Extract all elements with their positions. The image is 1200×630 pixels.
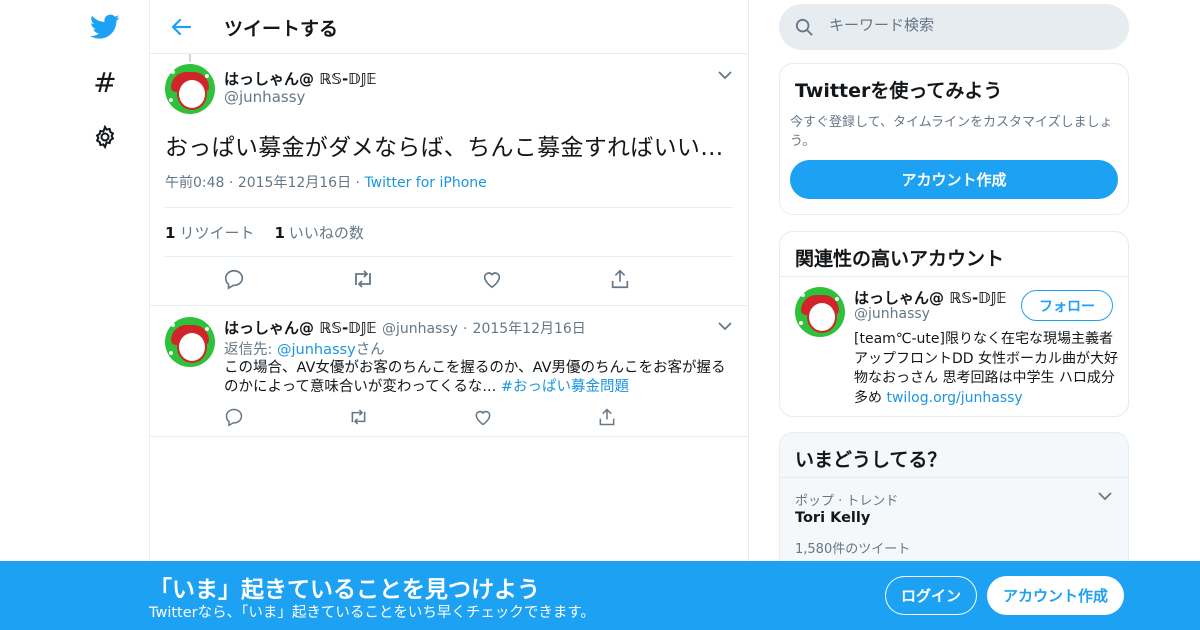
signup-card-desc: 今すぐ登録して、タイムラインをカスタマイズしましょう。	[790, 115, 1113, 149]
like-label: いいねの数	[288, 223, 364, 242]
create-account-button[interactable]: アカウント作成	[790, 160, 1118, 199]
reply-text: この場合、AV女優がお客のちんこを握るのか、AV男優のちんこをお客が握るのかによ…	[224, 359, 734, 397]
trend-count: 1,580件のツイート	[795, 542, 911, 557]
display-name[interactable]: はっしゃん@ ℝ𝕊-𝔻𝕁𝔼	[224, 68, 377, 89]
avatar-dot	[205, 74, 209, 78]
avatar[interactable]	[165, 64, 215, 114]
reply-actions	[224, 407, 617, 427]
reply-header: はっしゃん@ ℝ𝕊-𝔻𝕁𝔼 @junhassy · 2015年12月16日	[224, 317, 586, 338]
reply-to-line: 返信先: @junhassyさん	[224, 338, 385, 359]
like-count: 1	[274, 223, 285, 242]
avatar-face	[807, 301, 837, 333]
chevron-down-icon[interactable]	[718, 70, 734, 86]
tweet-meta: 午前0:48 · 2015年12月16日 · Twitter for iPhon…	[165, 172, 487, 192]
tweet-stats: 1 リツイート 1 いいねの数	[165, 207, 733, 257]
avatar[interactable]	[795, 287, 845, 337]
reply-body: この場合、AV女優がお客のちんこを握るのか、AV男優のちんこをお客が握るのかによ…	[224, 360, 726, 395]
signup-card: Twitterを使ってみよう 今すぐ登録して、タイムラインをカスタマイズしましょ…	[779, 63, 1129, 215]
login-button[interactable]: ログイン	[885, 576, 977, 615]
avatar-dot	[799, 321, 803, 325]
meta-separator: ·	[355, 175, 360, 191]
like-heart-icon[interactable]	[481, 268, 503, 290]
back-arrow-icon[interactable]	[168, 14, 194, 40]
user-handle[interactable]: @junhassy	[382, 321, 458, 337]
reply-to-suffix: さん	[355, 342, 385, 358]
user-handle[interactable]: @junhassy	[854, 306, 930, 322]
gear-icon[interactable]	[90, 122, 120, 152]
banner-title: 「いま」起きていることを見つけよう	[149, 577, 540, 603]
tweet-source-link[interactable]: Twitter for iPhone	[364, 175, 486, 191]
reply-to-handle[interactable]: @junhassy	[277, 342, 356, 358]
banner-create-account-button[interactable]: アカウント作成	[987, 576, 1124, 615]
signup-banner: 「いま」起きていることを見つけよう Twitterなら、「いま」起きていることを…	[0, 561, 1200, 630]
hashtag-icon[interactable]: #	[90, 65, 120, 99]
share-icon[interactable]	[597, 407, 617, 427]
bio-link[interactable]: twilog.org/junhassy	[886, 390, 1022, 406]
user-bio: [team℃-ute]限りなく在宅な現場主義者 アップフロントDD 女性ボーカル…	[854, 330, 1119, 408]
left-nav: #	[0, 0, 150, 630]
avatar-face	[177, 331, 207, 363]
tweet-time[interactable]: 午前0:48	[165, 175, 224, 191]
main-column: ツイートする はっしゃん@ ℝ𝕊-𝔻𝕁𝔼 @junhassy おっぱい募金がダメ…	[149, 0, 749, 630]
chevron-down-icon[interactable]	[1098, 491, 1114, 507]
related-card-title: 関連性の高いアカウント	[780, 232, 1128, 277]
avatar-dot	[169, 98, 173, 102]
like-stat[interactable]: 1 いいねの数	[274, 222, 363, 243]
thread-line	[189, 54, 191, 62]
retweet-label: リツイート	[179, 223, 255, 242]
chevron-down-icon[interactable]	[718, 321, 734, 337]
share-icon[interactable]	[609, 268, 631, 290]
trend-name[interactable]: Tori Kelly	[795, 510, 870, 526]
reply-date[interactable]: 2015年12月16日	[473, 321, 586, 337]
trends-card-title: いまどうしてる？	[780, 433, 1128, 478]
reply-tweet[interactable]: はっしゃん@ ℝ𝕊-𝔻𝕁𝔼 @junhassy · 2015年12月16日 返信…	[150, 307, 748, 437]
avatar-dot	[801, 293, 805, 297]
tweet-text: おっぱい募金がダメならば、ちんこ募金すればいい…	[165, 135, 724, 161]
like-heart-icon[interactable]	[473, 407, 493, 427]
follow-button[interactable]: フォロー	[1021, 290, 1113, 321]
trend-context: ポップ · トレンド	[795, 494, 899, 509]
retweet-stat[interactable]: 1 リツイート	[165, 222, 254, 243]
retweet-icon[interactable]	[351, 268, 375, 290]
avatar-face	[177, 78, 207, 110]
banner-subtitle: Twitterなら、「いま」起きていることをいち早くチェックできます。	[149, 605, 595, 621]
search-input[interactable]	[829, 16, 1109, 34]
avatar-dot	[171, 323, 175, 327]
meta-separator: ·	[463, 321, 468, 337]
search-bar[interactable]	[779, 4, 1129, 50]
page-header: ツイートする	[150, 0, 748, 54]
avatar-dot	[205, 327, 209, 331]
signup-card-title: Twitterを使ってみよう	[795, 80, 1003, 102]
related-accounts-card: 関連性の高いアカウント はっしゃん@ ℝ𝕊-𝔻𝕁𝔼 @junhassy フォロー…	[779, 231, 1129, 417]
reply-icon[interactable]	[223, 268, 245, 290]
retweet-count: 1	[165, 223, 176, 242]
main-tweet: はっしゃん@ ℝ𝕊-𝔻𝕁𝔼 @junhassy おっぱい募金がダメならば、ちんこ…	[150, 54, 748, 306]
display-name[interactable]: はっしゃん@ ℝ𝕊-𝔻𝕁𝔼	[854, 287, 1007, 308]
twitter-bird-icon[interactable]	[90, 12, 120, 42]
search-icon	[795, 18, 813, 36]
reply-to-prefix: 返信先:	[224, 342, 277, 358]
tweet-actions	[223, 268, 631, 290]
avatar[interactable]	[165, 317, 215, 367]
page-title: ツイートする	[224, 18, 339, 40]
display-name[interactable]: はっしゃん@ ℝ𝕊-𝔻𝕁𝔼	[224, 319, 377, 337]
retweet-icon[interactable]	[348, 407, 369, 427]
hashtag-link[interactable]: #おっぱい募金問題	[501, 379, 629, 395]
avatar-dot	[169, 351, 173, 355]
avatar-dot	[835, 297, 839, 301]
avatar-dot	[171, 70, 175, 74]
hashtag-glyph: #	[93, 65, 117, 99]
reply-icon[interactable]	[224, 407, 244, 427]
trends-card: いまどうしてる？ ポップ · トレンド Tori Kelly 1,580件のツイ…	[779, 432, 1129, 572]
user-handle[interactable]: @junhassy	[224, 88, 305, 106]
meta-separator: ·	[228, 175, 234, 191]
tweet-date[interactable]: 2015年12月16日	[238, 175, 351, 191]
